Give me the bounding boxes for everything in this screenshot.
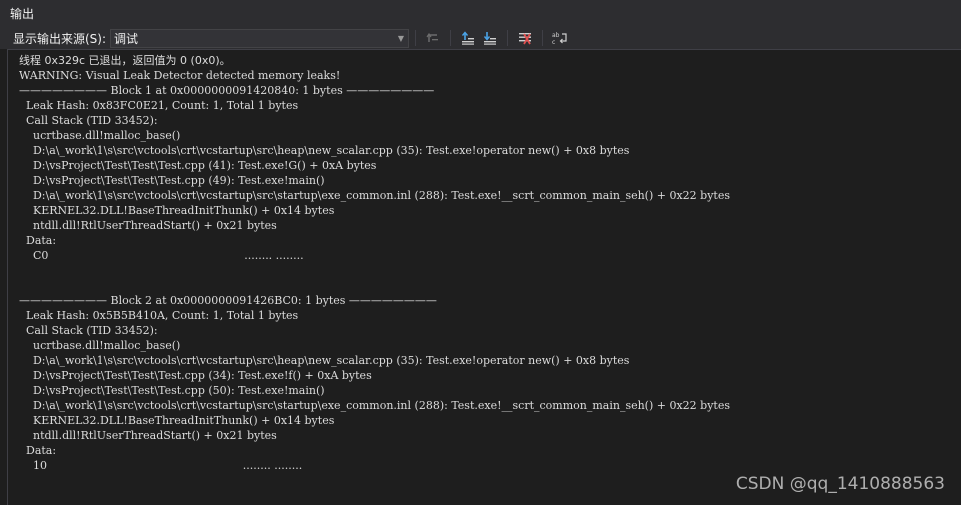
- output-line: D:\vsProject\Test\Test\Test.cpp (50): Te…: [19, 384, 325, 397]
- output-line: D:\a\_work\1\s\src\vctools\crt\vcstartup…: [19, 144, 630, 157]
- chevron-down-icon: ▼: [397, 33, 405, 43]
- output-line: KERNEL32.DLL!BaseThreadInitThunk() + 0x1…: [19, 204, 335, 217]
- output-line: ucrtbase.dll!malloc_base(): [19, 129, 181, 142]
- output-line: Call Stack (TID 33452):: [19, 114, 158, 127]
- source-dropdown[interactable]: 调试 ▼: [110, 28, 410, 48]
- toolbar-separator: [507, 30, 509, 46]
- output-line: ———————— Block 1 at 0x0000000091420840: …: [19, 84, 435, 97]
- output-line: D:\vsProject\Test\Test\Test.cpp (41): Te…: [19, 159, 377, 172]
- watermark: CSDN @qq_1410888563: [735, 474, 945, 494]
- output-line: ntdll.dll!RtlUserThreadStart() + 0x21 by…: [19, 219, 277, 232]
- toolbar-separator: [542, 30, 544, 46]
- output-line: ———————— Block 2 at 0x0000000091426BC0: …: [19, 294, 437, 307]
- output-line: Leak Hash: 0x83FC0E21, Count: 1, Total 1…: [19, 99, 299, 112]
- output-line: D:\a\_work\1\s\src\vctools\crt\vcstartup…: [19, 399, 730, 412]
- output-line: WARNING: Visual Leak Detector detected m…: [19, 69, 341, 82]
- panel-title-bar: 输出: [0, 0, 961, 27]
- find-next-icon[interactable]: [481, 29, 499, 47]
- svg-text:c: c: [552, 39, 555, 45]
- panel-title: 输出: [10, 7, 35, 21]
- find-prev-icon[interactable]: [459, 29, 477, 47]
- output-line: Data:: [19, 444, 57, 457]
- word-wrap-icon[interactable]: ab c: [551, 29, 569, 47]
- output-line: 10 ........ ........: [19, 459, 303, 472]
- toolbar-separator: [415, 30, 417, 46]
- output-line: Call Stack (TID 33452):: [19, 324, 158, 337]
- output-line: D:\a\_work\1\s\src\vctools\crt\vcstartup…: [19, 354, 630, 367]
- output-line: 线程 0x329c 已退出，返回值为 0 (0x0)。: [19, 54, 231, 67]
- output-text-area[interactable]: 线程 0x329c 已退出，返回值为 0 (0x0)。 WARNING: Vis…: [7, 49, 961, 505]
- output-line: D:\vsProject\Test\Test\Test.cpp (49): Te…: [19, 174, 325, 187]
- output-line: Leak Hash: 0x5B5B410A, Count: 1, Total 1…: [19, 309, 299, 322]
- output-line: ucrtbase.dll!malloc_base(): [19, 339, 181, 352]
- output-line: C0 ........ ........: [19, 249, 304, 262]
- clear-all-icon[interactable]: [516, 29, 534, 47]
- output-line: Data:: [19, 234, 57, 247]
- output-line: D:\a\_work\1\s\src\vctools\crt\vcstartup…: [19, 189, 730, 202]
- svg-text:ab: ab: [552, 32, 560, 39]
- output-lines: 线程 0x329c 已退出，返回值为 0 (0x0)。 WARNING: Vis…: [19, 53, 730, 473]
- output-line: ntdll.dll!RtlUserThreadStart() + 0x21 by…: [19, 429, 277, 442]
- source-dropdown-value: 调试: [114, 31, 139, 46]
- output-line: KERNEL32.DLL!BaseThreadInitThunk() + 0x1…: [19, 414, 335, 427]
- source-label: 显示输出来源(S):: [13, 31, 107, 46]
- toolbar-separator: [450, 30, 452, 46]
- output-toolbar: 显示输出来源(S): 调试 ▼ ab c: [0, 27, 961, 49]
- output-line: D:\vsProject\Test\Test\Test.cpp (34): Te…: [19, 369, 372, 382]
- goto-prev-message-icon[interactable]: [424, 29, 442, 47]
